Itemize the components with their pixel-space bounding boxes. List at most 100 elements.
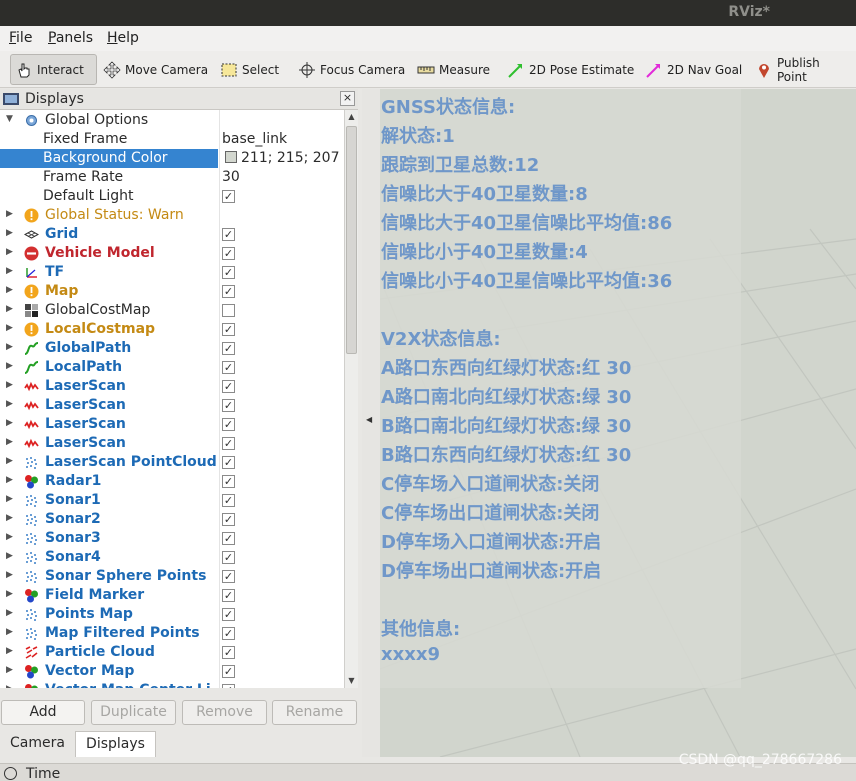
select-tool-button[interactable]: Select [216,54,283,85]
expand-arrow-icon[interactable]: ▶ [6,304,13,314]
expand-arrow-icon[interactable]: ▶ [6,418,13,428]
expand-arrow-icon[interactable]: ▶ [6,266,13,276]
tree-row-display-item[interactable]: ▶ GlobalPath ✓ [0,339,344,358]
tree-row-display-item[interactable]: ▶ Sonar2 ✓ [0,510,344,529]
tree-row-display-item[interactable]: ▶ LaserScan ✓ [0,377,344,396]
tree-row-default-light[interactable]: Default Light ✓ [0,187,344,206]
tree-row-display-item[interactable]: ▶ Sonar Sphere Points ✓ [0,567,344,586]
tree-row-display-item[interactable]: ▶ Vehicle Model ✓ [0,244,344,263]
tab-displays[interactable]: Displays [75,731,156,757]
2d-pose-estimate-button[interactable]: 2D Pose Estimate [503,54,638,85]
tree-row-frame-rate[interactable]: Frame Rate 30 [0,168,344,187]
expand-arrow-icon[interactable]: ▶ [6,570,13,580]
expand-arrow-icon[interactable]: ▶ [6,209,13,219]
expand-arrow-icon[interactable]: ▶ [6,589,13,599]
expand-arrow-icon[interactable]: ▼ [6,114,13,124]
expand-arrow-icon[interactable]: ▶ [6,608,13,618]
tree-row-display-item[interactable]: ▶ LaserScan PointCloud ✓ [0,453,344,472]
display-enabled-checkbox[interactable]: ✓ [222,532,235,545]
tree-row-display-item[interactable]: ▶ TF ✓ [0,263,344,282]
tree-row-display-item[interactable]: ▶ Sonar4 ✓ [0,548,344,567]
expand-arrow-icon[interactable]: ▶ [6,399,13,409]
tree-row-display-item[interactable]: ▶ GlobalCostMap [0,301,344,320]
expand-arrow-icon[interactable]: ▶ [6,228,13,238]
menu-file[interactable]: File [9,30,32,46]
tree-row-display-item[interactable]: ▶ LaserScan ✓ [0,415,344,434]
tree-row-global-options[interactable]: ▼ Global Options [0,111,344,130]
display-enabled-checkbox[interactable]: ✓ [222,247,235,260]
render-viewport[interactable]: GNSS状态信息: 解状态:1 跟踪到卫星总数:12 信噪比大于40卫星数量:8 信噪比… [380,89,856,757]
tree-row-display-item[interactable]: ▶ Points Map ✓ [0,605,344,624]
focus-camera-tool-button[interactable]: Focus Camera [294,54,409,85]
display-enabled-checkbox[interactable]: ✓ [222,646,235,659]
tree-row-display-item[interactable]: ▶ Map Filtered Points ✓ [0,624,344,643]
display-enabled-checkbox[interactable]: ✓ [222,513,235,526]
tree-row-display-item[interactable]: ▶ LaserScan ✓ [0,396,344,415]
panel-splitter[interactable]: ◀ [362,89,380,757]
display-enabled-checkbox[interactable] [222,304,235,317]
expand-arrow-icon[interactable]: ▶ [6,684,13,688]
add-button[interactable]: Add [1,700,85,725]
close-panel-button[interactable]: × [340,91,355,106]
rename-button[interactable]: Rename [272,700,357,725]
scroll-thumb[interactable] [346,126,357,354]
display-enabled-checkbox[interactable]: ✓ [222,342,235,355]
display-enabled-checkbox[interactable]: ✓ [222,228,235,241]
display-enabled-checkbox[interactable]: ✓ [222,608,235,621]
expand-arrow-icon[interactable]: ▶ [6,513,13,523]
display-enabled-checkbox[interactable]: ✓ [222,266,235,279]
display-enabled-checkbox[interactable]: ✓ [222,494,235,507]
frame-rate-value[interactable]: 30 [222,169,240,185]
tab-camera[interactable]: Camera [0,731,75,757]
display-enabled-checkbox[interactable]: ✓ [222,551,235,564]
expand-arrow-icon[interactable]: ▶ [6,247,13,257]
move-camera-tool-button[interactable]: Move Camera [99,54,212,85]
display-enabled-checkbox[interactable]: ✓ [222,456,235,469]
display-enabled-checkbox[interactable]: ✓ [222,589,235,602]
tree-row-display-item[interactable]: ▶ Map ✓ [0,282,344,301]
expand-arrow-icon[interactable]: ▶ [6,437,13,447]
tree-row-display-item[interactable]: ▶ Particle Cloud ✓ [0,643,344,662]
display-enabled-checkbox[interactable]: ✓ [222,570,235,583]
scroll-up-arrow-icon[interactable]: ▲ [345,110,358,124]
tree-row-display-item[interactable]: ▶ Field Marker ✓ [0,586,344,605]
expand-arrow-icon[interactable]: ▶ [6,475,13,485]
display-enabled-checkbox[interactable]: ✓ [222,475,235,488]
tree-row-display-item[interactable]: ▶ LaserScan ✓ [0,434,344,453]
display-enabled-checkbox[interactable]: ✓ [222,418,235,431]
tree-row-display-item[interactable]: ▶ LocalPath ✓ [0,358,344,377]
expand-arrow-icon[interactable]: ▶ [6,627,13,637]
menu-help[interactable]: Help [107,30,139,46]
interact-tool-button[interactable]: Interact [10,54,97,85]
display-enabled-checkbox[interactable]: ✓ [222,323,235,336]
tree-row-fixed-frame[interactable]: Fixed Frame base_link [0,130,344,149]
publish-point-button[interactable]: Publish Point [751,54,856,85]
tree-row-global-status[interactable]: ▶ Global Status: Warn [0,206,344,225]
remove-button[interactable]: Remove [182,700,267,725]
tree-row-display-item[interactable]: ▶ Sonar1 ✓ [0,491,344,510]
expand-arrow-icon[interactable]: ▶ [6,646,13,656]
expand-arrow-icon[interactable]: ▶ [6,494,13,504]
display-enabled-checkbox[interactable]: ✓ [222,361,235,374]
default-light-checkbox[interactable]: ✓ [222,190,235,203]
tree-row-display-item[interactable]: ▶ Vector Map Center Li ✓ [0,681,344,688]
display-enabled-checkbox[interactable]: ✓ [222,437,235,450]
expand-arrow-icon[interactable]: ▶ [6,285,13,295]
duplicate-button[interactable]: Duplicate [91,700,176,725]
tree-row-display-item[interactable]: ▶ Vector Map ✓ [0,662,344,681]
expand-arrow-icon[interactable]: ▶ [6,342,13,352]
display-enabled-checkbox[interactable]: ✓ [222,665,235,678]
tree-row-display-item[interactable]: ▶ Grid ✓ [0,225,344,244]
2d-nav-goal-button[interactable]: 2D Nav Goal [641,54,746,85]
expand-arrow-icon[interactable]: ▶ [6,323,13,333]
background-color-value[interactable]: 211; 215; 207 [225,150,340,166]
expand-arrow-icon[interactable]: ▶ [6,665,13,675]
display-enabled-checkbox[interactable]: ✓ [222,627,235,640]
display-enabled-checkbox[interactable]: ✓ [222,684,235,688]
tree-scrollbar[interactable]: ▲ ▼ [344,110,358,688]
tree-row-display-item[interactable]: ▶ Radar1 ✓ [0,472,344,491]
menu-panels[interactable]: Panels [48,30,93,46]
display-enabled-checkbox[interactable]: ✓ [222,380,235,393]
tree-row-display-item[interactable]: ▶ LocalCostmap ✓ [0,320,344,339]
fixed-frame-value[interactable]: base_link [222,131,287,147]
